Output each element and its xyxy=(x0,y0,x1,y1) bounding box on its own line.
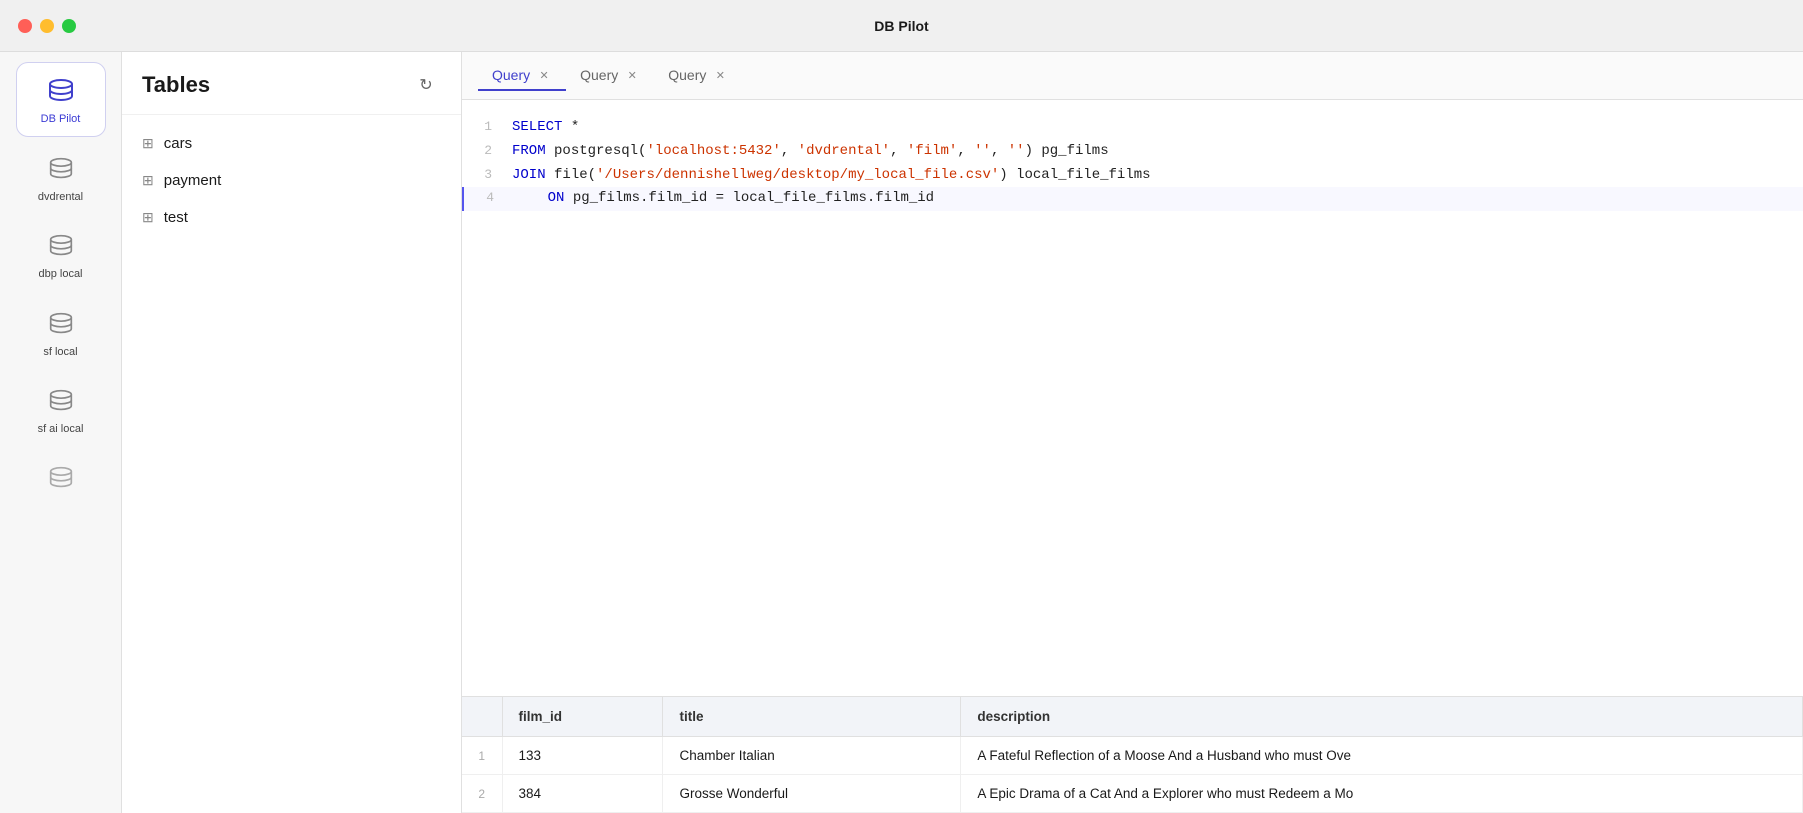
sidebar-item-dbpilot[interactable]: DB Pilot xyxy=(16,62,106,137)
line-num-4: 4 xyxy=(464,187,514,209)
dbpilot-icon xyxy=(43,73,79,109)
tables-title: Tables xyxy=(142,72,210,98)
sidebar-item-more[interactable] xyxy=(16,450,106,510)
tabs-bar: Query ✕ Query ✕ Query ✕ xyxy=(462,52,1803,100)
close-button[interactable] xyxy=(18,19,32,33)
results-table: film_id title description 1 133 Chamber … xyxy=(462,696,1803,813)
sidebar-item-dbp-local[interactable]: dbp local xyxy=(16,218,106,291)
tab-close-1[interactable]: ✕ xyxy=(536,67,552,83)
code-line-1: 1 SELECT * xyxy=(462,116,1803,140)
dbp-local-icon xyxy=(43,228,79,264)
table-item-cars[interactable]: ⊞ cars xyxy=(122,125,461,162)
table-row[interactable]: 2 384 Grosse Wonderful A Epic Drama of a… xyxy=(462,775,1803,813)
row-title-2: Grosse Wonderful xyxy=(663,775,961,813)
row-num-2: 2 xyxy=(462,775,502,813)
sidebar-item-sf-local[interactable]: sf local xyxy=(16,296,106,369)
results-header-row: film_id title description xyxy=(462,697,1803,737)
tab-label-2: Query xyxy=(580,67,618,83)
tables-panel: Tables ↻ ⊞ cars ⊞ payment ⊞ test xyxy=(122,52,462,813)
tab-query-2[interactable]: Query ✕ xyxy=(566,61,654,91)
row-title-1: Chamber Italian xyxy=(663,737,961,775)
line-content-3: JOIN file('/Users/dennishellweg/desktop/… xyxy=(512,164,1803,188)
results-col-rownum xyxy=(462,697,502,737)
sidebar-label-dbpilot: DB Pilot xyxy=(41,113,81,126)
titlebar: DB Pilot xyxy=(0,0,1803,52)
dvdrental-icon xyxy=(43,151,79,187)
main-layout: DB Pilot dvdrental dbp local xyxy=(0,52,1803,813)
table-item-test[interactable]: ⊞ test xyxy=(122,199,461,236)
query-area: Query ✕ Query ✕ Query ✕ 1 SELECT * 2 FRO… xyxy=(462,52,1803,813)
sidebar-label-sf-local: sf local xyxy=(43,346,77,359)
code-line-3: 3 JOIN file('/Users/dennishellweg/deskto… xyxy=(462,164,1803,188)
results-col-description: description xyxy=(961,697,1803,737)
table-icon-test: ⊞ xyxy=(142,209,154,226)
table-icon-cars: ⊞ xyxy=(142,135,154,152)
row-num-1: 1 xyxy=(462,737,502,775)
window-controls xyxy=(18,19,76,33)
sf-ai-local-icon xyxy=(43,383,79,419)
line-content-4: ON pg_films.film_id = local_file_films.f… xyxy=(514,187,1803,211)
tab-label-1: Query xyxy=(492,67,530,83)
refresh-button[interactable]: ↻ xyxy=(411,70,441,100)
code-editor[interactable]: 1 SELECT * 2 FROM postgresql('localhost:… xyxy=(462,100,1803,696)
sidebar-item-sf-ai-local[interactable]: sf ai local xyxy=(16,373,106,446)
table-item-payment[interactable]: ⊞ payment xyxy=(122,162,461,199)
table-name-cars: cars xyxy=(164,135,192,152)
code-line-4: 4 ON pg_films.film_id = local_file_films… xyxy=(462,187,1803,211)
tab-label-3: Query xyxy=(668,67,706,83)
table-list: ⊞ cars ⊞ payment ⊞ test xyxy=(122,115,461,246)
sidebar-label-dvdrental: dvdrental xyxy=(38,191,83,204)
line-content-1: SELECT * xyxy=(512,116,1803,140)
table-row[interactable]: 1 133 Chamber Italian A Fateful Reflecti… xyxy=(462,737,1803,775)
maximize-button[interactable] xyxy=(62,19,76,33)
row-description-1: A Fateful Reflection of a Moose And a Hu… xyxy=(961,737,1803,775)
results-col-title: title xyxy=(663,697,961,737)
table-name-test: test xyxy=(164,209,188,226)
table-icon-payment: ⊞ xyxy=(142,172,154,189)
minimize-button[interactable] xyxy=(40,19,54,33)
tab-close-2[interactable]: ✕ xyxy=(624,67,640,83)
code-line-2: 2 FROM postgresql('localhost:5432', 'dvd… xyxy=(462,140,1803,164)
tables-header: Tables ↻ xyxy=(122,52,461,115)
line-num-2: 2 xyxy=(462,140,512,162)
tab-query-1[interactable]: Query ✕ xyxy=(478,61,566,91)
sidebar-label-sf-ai-local: sf ai local xyxy=(38,423,84,436)
line-num-3: 3 xyxy=(462,164,512,186)
row-film_id-2: 384 xyxy=(502,775,663,813)
line-content-2: FROM postgresql('localhost:5432', 'dvdre… xyxy=(512,140,1803,164)
sidebar-item-dvdrental[interactable]: dvdrental xyxy=(16,141,106,214)
results-col-film_id: film_id xyxy=(502,697,663,737)
results-data-table: film_id title description 1 133 Chamber … xyxy=(462,697,1803,813)
row-description-2: A Epic Drama of a Cat And a Explorer who… xyxy=(961,775,1803,813)
table-name-payment: payment xyxy=(164,172,222,189)
more-icon xyxy=(43,460,79,496)
row-film_id-1: 133 xyxy=(502,737,663,775)
tab-query-3[interactable]: Query ✕ xyxy=(654,61,742,91)
sf-local-icon xyxy=(43,306,79,342)
sidebar-label-dbp-local: dbp local xyxy=(38,268,82,281)
line-num-1: 1 xyxy=(462,116,512,138)
sidebar: DB Pilot dvdrental dbp local xyxy=(0,52,122,813)
app-title: DB Pilot xyxy=(874,18,928,34)
tab-close-3[interactable]: ✕ xyxy=(712,67,728,83)
